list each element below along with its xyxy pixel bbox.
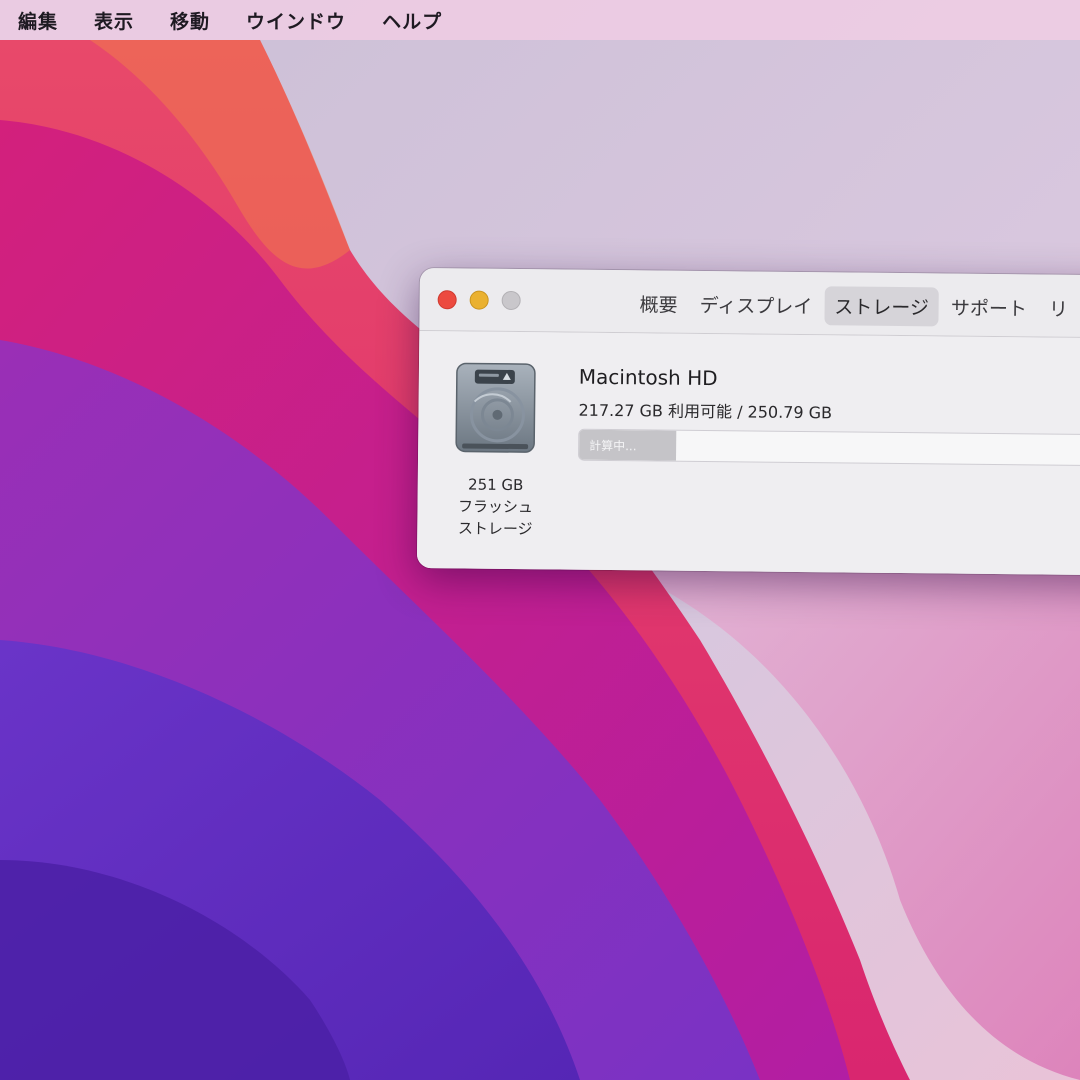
storage-status: 計算中... bbox=[589, 438, 637, 453]
menu-bar: 編集 表示 移動 ウインドウ ヘルプ bbox=[0, 0, 1080, 40]
title-bar: 概要 ディスプレイ ストレージ サポート リ bbox=[419, 268, 1080, 339]
minimize-button[interactable] bbox=[469, 290, 489, 310]
drive-type-line1: フラッシュ bbox=[457, 497, 534, 517]
drive-capacity: 251 GB bbox=[467, 475, 524, 495]
storage-bar-fill: 計算中... bbox=[579, 429, 677, 461]
tab-support[interactable]: サポート bbox=[941, 287, 1037, 327]
about-this-mac-window: 概要 ディスプレイ ストレージ サポート リ 251 GB フラッシュ ストレー… bbox=[416, 268, 1080, 576]
menu-view[interactable]: 表示 bbox=[94, 7, 134, 34]
tab-overview[interactable]: 概要 bbox=[629, 284, 687, 324]
drive-type-line2: ストレージ bbox=[457, 519, 533, 539]
menu-help[interactable]: ヘルプ bbox=[382, 7, 442, 34]
storage-bar: 計算中... bbox=[577, 428, 1080, 467]
tab-storage[interactable]: ストレージ bbox=[824, 286, 940, 327]
menu-window[interactable]: ウインドウ bbox=[246, 7, 346, 34]
tab-displays[interactable]: ディスプレイ bbox=[689, 285, 822, 325]
storage-pane: 251 GB フラッシュ ストレージ Macintosh HD 217.27 G… bbox=[416, 330, 1080, 576]
internal-drive-icon bbox=[455, 362, 536, 453]
volume-name: Macintosh HD bbox=[578, 364, 718, 391]
close-button[interactable] bbox=[437, 290, 457, 310]
volume-space: 217.27 GB 利用可能 / 250.79 GB bbox=[578, 400, 833, 423]
menu-go[interactable]: 移動 bbox=[170, 7, 210, 34]
drive-caption: 251 GB フラッシュ ストレージ bbox=[437, 473, 554, 540]
zoom-button[interactable] bbox=[501, 290, 521, 311]
tab-resources[interactable]: リ bbox=[1039, 288, 1078, 327]
menu-edit[interactable]: 編集 bbox=[18, 7, 58, 34]
desktop: 編集 表示 移動 ウインドウ ヘルプ 概要 ディスプレイ ストレージ サポート … bbox=[0, 0, 1080, 1080]
tab-bar: 概要 ディスプレイ ストレージ サポート リ bbox=[629, 284, 1080, 328]
